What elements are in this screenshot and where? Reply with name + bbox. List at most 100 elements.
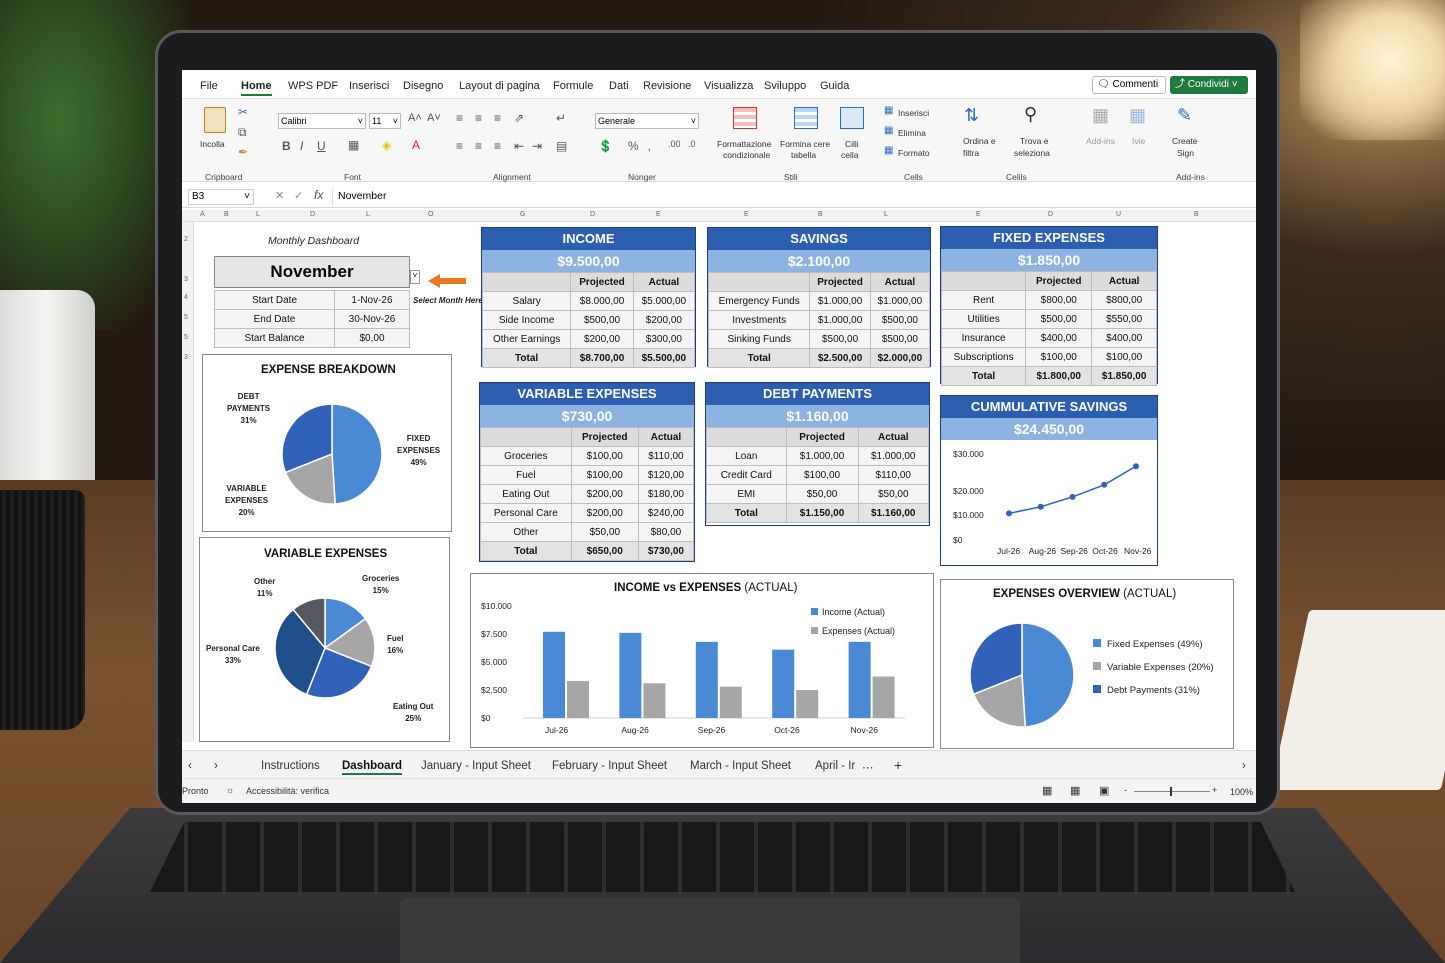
insert-cells-label[interactable]: Inserisci [898, 108, 929, 118]
accessibility-status[interactable]: Accessibilità: verifica [246, 786, 329, 796]
number-format-select[interactable]: Generale ˅ [595, 113, 699, 129]
column-header[interactable]: D [310, 211, 315, 218]
prev-sheet-icon[interactable]: ‹ [188, 760, 192, 772]
page-break-view-icon[interactable]: ▣ [1099, 784, 1109, 797]
month-selector[interactable]: November [214, 256, 410, 288]
find-select-icon[interactable]: ⚲ [1024, 104, 1037, 125]
fill-color-icon[interactable]: ◈ [382, 138, 391, 152]
function-icon[interactable]: fx [314, 188, 323, 202]
tab-april[interactable]: April - Ir [815, 760, 855, 772]
menu-wps-pdf[interactable]: WPS PDF [288, 80, 338, 92]
column-header[interactable]: A [200, 211, 205, 218]
column-header[interactable]: L [884, 211, 888, 218]
addins-icon[interactable]: ▦ [1092, 105, 1109, 126]
menu-developer[interactable]: Sviluppo [764, 80, 806, 92]
cancel-icon[interactable]: ✕ [275, 189, 284, 202]
cell-styles-label1[interactable]: Cilli [845, 139, 859, 149]
row-header[interactable]: 5 [184, 314, 188, 321]
format-table-icon[interactable] [794, 107, 818, 129]
italic-icon[interactable]: I [300, 139, 303, 153]
align-top-icon[interactable]: ≡ [456, 111, 463, 125]
wrap-text-icon[interactable]: ↵ [556, 111, 566, 125]
cell-styles-label2[interactable]: cella [841, 150, 858, 160]
column-header[interactable]: B [224, 211, 229, 218]
font-name-select[interactable]: Calibri ˅ [278, 113, 366, 129]
shrink-font-icon[interactable]: A˅ [427, 112, 441, 124]
column-header[interactable]: O [428, 211, 433, 218]
column-header[interactable]: D [1048, 211, 1053, 218]
delete-cells-icon[interactable]: ▦ [884, 125, 893, 136]
menu-insert[interactable]: Inserisci [349, 80, 389, 92]
increase-decimal-icon[interactable]: .00 [668, 139, 681, 149]
align-right-icon[interactable]: ≡ [494, 139, 501, 153]
column-header[interactable]: L [366, 211, 370, 218]
comma-icon[interactable]: ‚ [648, 139, 651, 153]
enter-icon[interactable]: ✓ [294, 189, 303, 202]
page-layout-view-icon[interactable]: ▦ [1070, 784, 1080, 797]
column-header[interactable]: L [256, 211, 260, 218]
column-header[interactable]: B [1194, 211, 1199, 218]
align-bottom-icon[interactable]: ≡ [494, 111, 501, 125]
row-header[interactable]: 3 [184, 276, 188, 283]
increase-indent-icon[interactable]: ⇥ [532, 139, 542, 153]
conditional-format-label1[interactable]: Formattazione [717, 139, 771, 149]
zoom-slider-thumb[interactable] [1170, 787, 1172, 796]
zoom-out-icon[interactable]: - [1124, 785, 1127, 795]
row-header[interactable]: 3 [184, 354, 188, 361]
align-center-icon[interactable]: ≡ [475, 139, 482, 153]
find-select-label2[interactable]: seleziona [1014, 148, 1050, 158]
grow-font-icon[interactable]: A˄ [408, 112, 422, 124]
cell-styles-icon[interactable] [840, 107, 864, 129]
share-button[interactable]: ⤴ Condividi ˅ [1170, 76, 1248, 94]
borders-icon[interactable]: ▦ [348, 138, 359, 152]
find-select-label1[interactable]: Trova e [1020, 136, 1049, 146]
column-header[interactable]: E [744, 211, 749, 218]
menu-page-layout[interactable]: Layout di pagina [459, 80, 540, 92]
format-cells-label[interactable]: Formato [898, 148, 930, 158]
menu-formulas[interactable]: Formule [553, 80, 593, 92]
row-header[interactable]: 4 [184, 294, 188, 301]
format-table-label2[interactable]: tabella [791, 150, 816, 160]
column-header[interactable]: E [976, 211, 981, 218]
format-painter-icon[interactable]: ✒ [238, 145, 248, 159]
decrease-decimal-icon[interactable]: .0 [688, 139, 696, 149]
bold-icon[interactable]: B [282, 139, 291, 153]
conditional-format-label2[interactable]: condizionale [723, 150, 770, 160]
accessibility-icon[interactable]: ☼ [226, 785, 234, 795]
font-color-icon[interactable]: A [412, 138, 420, 152]
column-header[interactable]: B [818, 211, 823, 218]
format-table-label1[interactable]: Formina cere [780, 139, 830, 149]
name-box[interactable]: B3 ˅ [188, 189, 254, 205]
addins-label1[interactable]: Add-ins [1086, 136, 1115, 146]
delete-cells-label[interactable]: Elimina [898, 128, 926, 138]
create-sign-label1[interactable]: Create [1172, 136, 1198, 146]
sort-filter-label1[interactable]: Ordina e [963, 136, 996, 146]
align-middle-icon[interactable]: ≡ [475, 111, 482, 125]
create-sign-icon[interactable]: ✎ [1177, 105, 1192, 126]
tab-instructions[interactable]: Instructions [261, 760, 320, 772]
normal-view-icon[interactable]: ▦ [1042, 784, 1052, 797]
underline-icon[interactable]: U [317, 139, 326, 153]
tab-january[interactable]: January - Input Sheet [421, 760, 531, 772]
insert-cells-icon[interactable]: ▦ [884, 105, 893, 116]
menu-view[interactable]: Visualizza [704, 80, 753, 92]
zoom-level[interactable]: 100% [1230, 787, 1253, 797]
column-header[interactable]: U [1116, 211, 1121, 218]
font-size-select[interactable]: 11 ˅ [369, 113, 401, 129]
sort-filter-label2[interactable]: filtra [963, 148, 979, 158]
column-header[interactable]: G [520, 211, 525, 218]
column-header[interactable]: E [656, 211, 661, 218]
menu-review[interactable]: Revisione [643, 80, 691, 92]
conditional-format-icon[interactable] [733, 107, 757, 129]
percent-icon[interactable]: % [628, 139, 639, 153]
column-header[interactable]: D [590, 211, 595, 218]
decrease-indent-icon[interactable]: ⇤ [514, 139, 524, 153]
tab-dashboard[interactable]: Dashboard [342, 760, 403, 775]
menu-help[interactable]: Guida [820, 80, 849, 92]
month-dropdown-icon[interactable]: ˅ [410, 270, 420, 284]
menu-draw[interactable]: Disegno [403, 80, 443, 92]
add-sheet-icon[interactable]: + [894, 757, 902, 773]
orientation-icon[interactable]: ⇗ [514, 111, 524, 125]
copy-icon[interactable]: ⧉ [238, 125, 247, 140]
zoom-in-icon[interactable]: + [1212, 785, 1217, 795]
